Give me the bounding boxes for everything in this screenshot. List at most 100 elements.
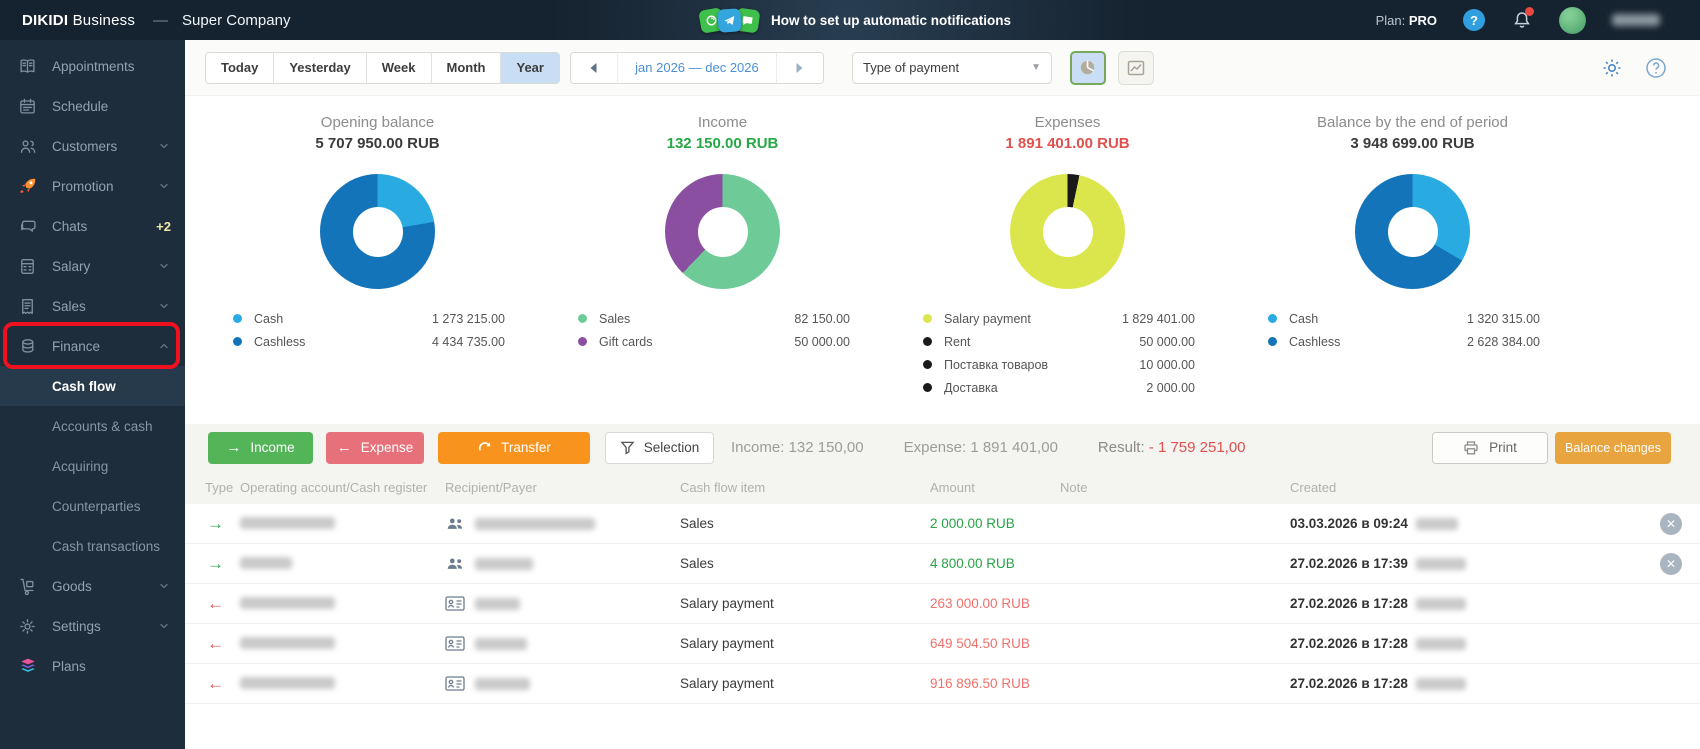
table-row-income[interactable]: → Sales 2 000.00 RUB 03.03.2026 в 09:24 ✕ <box>185 504 1700 544</box>
table-row-expense[interactable]: ← Salary payment 263 000.00 RUB 27.02.2026 … <box>185 584 1700 624</box>
help-circle-icon[interactable] <box>1644 56 1668 80</box>
sidebar-item-schedule[interactable]: Schedule <box>0 86 185 126</box>
settings-gear-icon[interactable] <box>1600 56 1624 80</box>
preset-today-button[interactable]: Today <box>206 52 275 83</box>
app-logo[interactable]: DIKIDI Business <box>22 12 135 29</box>
user-name-redacted[interactable] <box>1612 14 1660 26</box>
legend-label: Rent <box>944 334 971 349</box>
legend-label: Cashless <box>1289 334 1341 349</box>
cashflow-table: → Sales 2 000.00 RUB 03.03.2026 в 09:24 ✕ → Sa… <box>185 504 1700 704</box>
settings-icon <box>18 616 38 636</box>
selection-filter-button[interactable]: Selection <box>605 431 714 464</box>
legend-value: 82 150.00 <box>794 311 850 326</box>
donut-hole <box>352 206 403 257</box>
donut-hole <box>1042 206 1093 257</box>
notification-banner[interactable]: How to set up automatic notifications <box>698 0 1011 40</box>
preset-yesterday-button[interactable]: Yesterday <box>274 52 367 83</box>
legend-row: Cash 1 273 215.00 <box>233 307 505 330</box>
sidebar-item-label: Cash transactions <box>52 538 161 554</box>
sidebar-item-accounts-cash[interactable]: Accounts & cash <box>0 406 185 446</box>
sidebar-item-label: Chats <box>52 218 88 234</box>
legend-row: Доставка 2 000.00 <box>923 376 1195 399</box>
sidebar-item-goods[interactable]: Goods <box>0 566 185 606</box>
add-transfer-button[interactable]: Transfer <box>438 431 590 464</box>
legend-value: 50 000.00 <box>1139 334 1195 349</box>
sidebar-item-label: Cash flow <box>52 378 116 394</box>
sidebar-item-counterparties[interactable]: Counterparties <box>0 486 185 526</box>
sidebar-item-label: Acquiring <box>52 458 109 474</box>
payment-type-select[interactable]: Type of payment ▼ <box>851 51 1052 84</box>
redacted-recipient <box>475 597 520 610</box>
cell-created: 03.03.2026 в 09:24 <box>1290 516 1640 531</box>
legend-dot <box>578 314 587 323</box>
column-header-operating-account-cash-register: Operating account/Cash register <box>240 480 428 495</box>
sidebar-item-customers[interactable]: Customers <box>0 126 185 166</box>
sidebar-item-appointments[interactable]: Appointments <box>0 46 185 86</box>
card-icon <box>445 636 465 651</box>
sidebar-item-cash-transactions[interactable]: Cash transactions <box>0 526 185 566</box>
chevron-down-icon <box>157 299 171 313</box>
people-icon <box>445 556 465 572</box>
company-name[interactable]: Super Company <box>182 12 290 29</box>
legend-row: Cash 1 320 315.00 <box>1268 307 1540 330</box>
next-period-button[interactable] <box>776 52 823 83</box>
sidebar-item-plans[interactable]: Plans <box>0 646 185 686</box>
arrow-right-icon: → <box>226 439 242 456</box>
card-icon <box>445 676 465 691</box>
column-header-note: Note <box>1060 480 1088 495</box>
table-row-expense[interactable]: ← Salary payment 649 504.50 RUB 27.02.2026 … <box>185 624 1700 664</box>
legend-dot <box>233 337 242 346</box>
period-range-label[interactable]: jan 2026 — dec 2026 <box>616 52 777 83</box>
close-icon[interactable]: ✕ <box>1660 552 1682 575</box>
cell-created: 27.02.2026 в 17:28 <box>1290 676 1640 691</box>
cell-amount: 4 800.00 RUB <box>930 556 1015 571</box>
redacted-account <box>240 677 335 690</box>
add-income-button[interactable]: → Income <box>208 431 313 464</box>
cell-account <box>240 555 445 573</box>
redacted-recipient <box>475 677 530 690</box>
notifications-bell-icon[interactable] <box>1511 7 1534 31</box>
cell-recipient <box>445 676 680 691</box>
redacted-creator <box>1415 597 1466 610</box>
add-expense-button[interactable]: ← Expense <box>326 431 424 464</box>
legend-dot <box>923 337 932 346</box>
legend-value: 4 434 735.00 <box>432 334 505 349</box>
plans-icon <box>18 656 38 676</box>
table-row-income[interactable]: → Sales 4 800.00 RUB 27.02.2026 в 17:39 ✕ <box>185 544 1700 584</box>
preset-month-button[interactable]: Month <box>431 52 502 83</box>
sidebar-item-acquiring[interactable]: Acquiring <box>0 446 185 486</box>
finance-icon <box>18 336 38 356</box>
banner-text[interactable]: How to set up automatic notifications <box>771 13 1011 28</box>
close-icon[interactable]: ✕ <box>1660 512 1682 535</box>
table-header: Type Operating account/Cash register Recip… <box>185 471 1700 504</box>
avatar[interactable] <box>1559 6 1586 34</box>
chevron-down-icon <box>157 179 171 193</box>
legend-dot <box>1268 314 1277 323</box>
table-row-expense[interactable]: ← Salary payment 916 896.50 RUB 27.02.2026 … <box>185 664 1700 704</box>
legend-value: 10 000.00 <box>1139 357 1195 372</box>
cell-account <box>240 595 445 613</box>
preset-week-button[interactable]: Week <box>366 52 432 83</box>
sidebar-item-promotion[interactable]: Promotion <box>0 166 185 206</box>
redacted-creator <box>1415 557 1466 570</box>
prev-period-button[interactable] <box>570 52 617 83</box>
sidebar-item-salary[interactable]: Salary <box>0 246 185 286</box>
chart-total: 3 948 699.00 RUB <box>1350 135 1475 152</box>
line-view-toggle[interactable] <box>1117 50 1154 85</box>
legend-row: Gift cards 50 000.00 <box>578 330 850 353</box>
sidebar-nav: Appointments Schedule Customers Promotion Ch… <box>0 40 185 749</box>
cell-cash-flow-item: Salary payment <box>680 636 774 651</box>
sidebar-item-cash-flow[interactable]: Cash flow <box>0 366 185 406</box>
preset-year-button[interactable]: Year <box>501 52 559 83</box>
cell-recipient <box>445 556 680 572</box>
legend-row: Cashless 2 628 384.00 <box>1268 330 1540 353</box>
balance-changes-button[interactable]: Balance changes <box>1555 431 1671 464</box>
sidebar-item-finance[interactable]: Finance <box>0 326 185 366</box>
sidebar-item-sales[interactable]: Sales <box>0 286 185 326</box>
pie-view-toggle[interactable] <box>1069 50 1106 85</box>
sidebar-item-settings[interactable]: Settings <box>0 606 185 646</box>
legend-label: Sales <box>599 311 631 326</box>
help-icon[interactable]: ? <box>1463 9 1485 31</box>
sidebar-item-chats[interactable]: Chats +2 <box>0 206 185 246</box>
print-button[interactable]: Print <box>1432 431 1548 464</box>
